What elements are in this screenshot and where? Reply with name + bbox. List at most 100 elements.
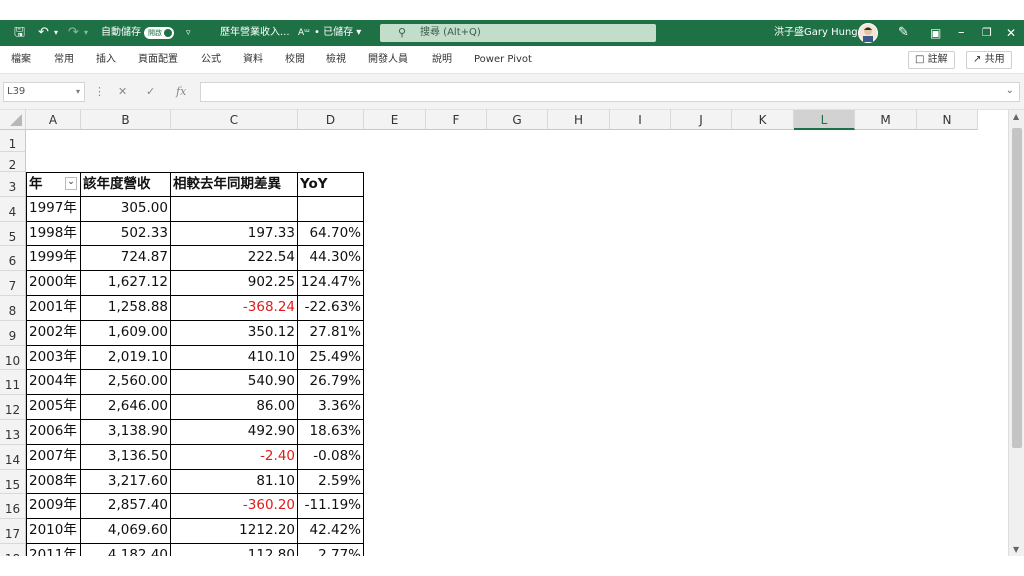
row-header-12[interactable]: 12 <box>0 395 26 420</box>
cancel-icon[interactable]: ✕ <box>118 82 127 102</box>
row-header-13[interactable]: 13 <box>0 420 26 445</box>
cell-a10[interactable]: 2003年 <box>26 345 81 371</box>
column-header-i[interactable]: I <box>610 110 671 130</box>
cell-c4[interactable] <box>171 196 298 222</box>
user-name[interactable]: 洪子盛Gary Hung <box>774 20 858 46</box>
avatar[interactable] <box>858 23 878 43</box>
cell-d7[interactable]: 124.47% <box>298 271 364 296</box>
filter-dropdown-icon[interactable]: ⌄ <box>65 177 77 190</box>
cell-c13[interactable]: 492.90 <box>171 420 298 445</box>
cell-a7[interactable]: 2000年 <box>26 271 81 296</box>
column-header-b[interactable]: B <box>81 110 171 130</box>
column-header-n[interactable]: N <box>917 110 978 130</box>
redo-dropdown-icon[interactable]: ▾ <box>84 20 88 46</box>
cell-b17[interactable]: 4,069.60 <box>81 519 171 544</box>
close-icon[interactable]: ✕ <box>1006 20 1016 46</box>
row-header-9[interactable]: 9 <box>0 320 26 346</box>
name-box[interactable]: L39 ▾ <box>3 82 85 102</box>
cell-a12[interactable]: 2005年 <box>26 395 81 420</box>
cell-c18[interactable]: 112.80 <box>171 544 298 556</box>
undo-dropdown-icon[interactable]: ▾ <box>54 20 58 46</box>
search-box[interactable]: ⚲ 搜尋 (Alt+Q) <box>380 24 656 42</box>
cell-a8[interactable]: 2001年 <box>26 296 81 321</box>
tab-power-pivot[interactable]: Power Pivot <box>474 46 532 74</box>
cell-d10[interactable]: 25.49% <box>298 345 364 371</box>
tab-home[interactable]: 常用 <box>54 46 74 74</box>
row-header-15[interactable]: 15 <box>0 469 26 495</box>
save-icon[interactable]: 🖫 <box>14 20 25 46</box>
header-cell-c[interactable]: 相較去年同期差異 <box>171 172 298 197</box>
scroll-up-icon[interactable]: ▲ <box>1013 112 1019 121</box>
cell-c15[interactable]: 81.10 <box>171 469 298 495</box>
insert-function-icon[interactable]: fx <box>176 82 186 102</box>
cell-b8[interactable]: 1,258.88 <box>81 296 171 321</box>
cell-a18[interactable]: 2011年 <box>26 544 81 556</box>
column-header-l[interactable]: L <box>794 110 855 130</box>
cell-a16[interactable]: 2009年 <box>26 494 81 520</box>
header-cell-d[interactable]: YoY <box>298 172 364 197</box>
cell-d13[interactable]: 18.63% <box>298 420 364 445</box>
row-header-3[interactable]: 3 <box>0 172 26 197</box>
cell-d8[interactable]: -22.63% <box>298 296 364 321</box>
tab-developer[interactable]: 開發人員 <box>368 46 408 74</box>
cell-a9[interactable]: 2002年 <box>26 320 81 346</box>
cell-c5[interactable]: 197.33 <box>171 221 298 247</box>
scrollbar-thumb[interactable] <box>1012 128 1022 448</box>
expand-formula-icon[interactable]: ⌄ <box>1006 85 1014 96</box>
vertical-scrollbar[interactable]: ▲ ▼ <box>1008 110 1024 556</box>
ribbon-display-icon[interactable]: ▣ <box>930 20 941 46</box>
row-header-10[interactable]: 10 <box>0 345 26 371</box>
cell-c8[interactable]: -368.24 <box>171 296 298 321</box>
share-button[interactable]: ↗ 共用 <box>966 51 1012 69</box>
cell-a17[interactable]: 2010年 <box>26 519 81 544</box>
cell-d9[interactable]: 27.81% <box>298 320 364 346</box>
cell-b15[interactable]: 3,217.60 <box>81 469 171 495</box>
cell-d15[interactable]: 2.59% <box>298 469 364 495</box>
tab-data[interactable]: 資料 <box>243 46 263 74</box>
cell-b16[interactable]: 2,857.40 <box>81 494 171 520</box>
cell-b7[interactable]: 1,627.12 <box>81 271 171 296</box>
redo-icon[interactable]: ↷ <box>68 20 79 46</box>
tab-review[interactable]: 校閱 <box>285 46 305 74</box>
more-options-icon[interactable]: ⋮ <box>94 82 105 102</box>
cell-b9[interactable]: 1,609.00 <box>81 320 171 346</box>
cell-d14[interactable]: -0.08% <box>298 444 364 470</box>
cell-d11[interactable]: 26.79% <box>298 370 364 396</box>
column-header-c[interactable]: C <box>171 110 298 130</box>
cell-d6[interactable]: 44.30% <box>298 246 364 272</box>
column-header-h[interactable]: H <box>548 110 610 130</box>
column-header-g[interactable]: G <box>487 110 548 130</box>
cell-d4[interactable] <box>298 196 364 222</box>
tab-view[interactable]: 檢視 <box>326 46 346 74</box>
cell-c6[interactable]: 222.54 <box>171 246 298 272</box>
row-header-18[interactable]: 18 <box>0 544 26 556</box>
tab-formulas[interactable]: 公式 <box>201 46 221 74</box>
comments-button[interactable]: □ 註解 <box>908 51 955 69</box>
row-header-8[interactable]: 8 <box>0 296 26 321</box>
column-header-m[interactable]: M <box>855 110 917 130</box>
tab-help[interactable]: 說明 <box>432 46 452 74</box>
row-header-17[interactable]: 17 <box>0 519 26 544</box>
cell-d5[interactable]: 64.70% <box>298 221 364 247</box>
cell-c14[interactable]: -2.40 <box>171 444 298 470</box>
column-header-j[interactable]: J <box>671 110 732 130</box>
cell-b14[interactable]: 3,136.50 <box>81 444 171 470</box>
scroll-down-icon[interactable]: ▼ <box>1013 545 1019 554</box>
save-status[interactable]: • 已儲存 ▾ <box>314 20 361 46</box>
row-header-7[interactable]: 7 <box>0 271 26 296</box>
row-header-5[interactable]: 5 <box>0 221 26 247</box>
enter-icon[interactable]: ✓ <box>146 82 155 102</box>
customize-toolbar-icon[interactable]: ▿ <box>186 20 191 46</box>
cell-d17[interactable]: 42.42% <box>298 519 364 544</box>
cell-c10[interactable]: 410.10 <box>171 345 298 371</box>
cell-b12[interactable]: 2,646.00 <box>81 395 171 420</box>
column-header-a[interactable]: A <box>26 110 81 130</box>
file-name[interactable]: 歷年營業收入... <box>220 20 290 46</box>
cell-d12[interactable]: 3.36% <box>298 395 364 420</box>
tab-file[interactable]: 檔案 <box>11 46 31 74</box>
cell-a5[interactable]: 1998年 <box>26 221 81 247</box>
row-header-16[interactable]: 16 <box>0 494 26 520</box>
row-header-4[interactable]: 4 <box>0 196 26 222</box>
row-header-2[interactable]: 2 <box>0 152 26 172</box>
cell-a13[interactable]: 2006年 <box>26 420 81 445</box>
